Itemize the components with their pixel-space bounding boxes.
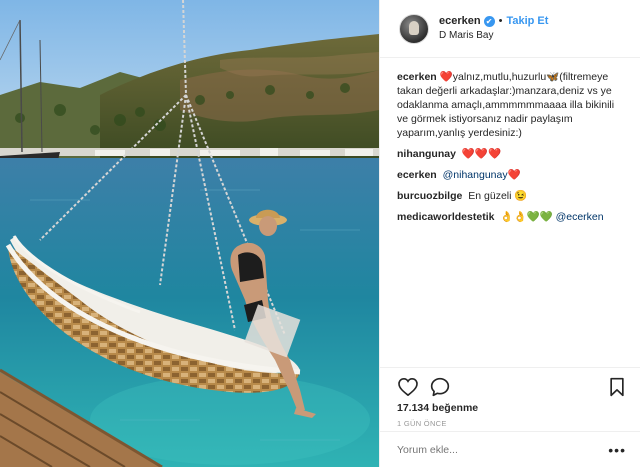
post-timestamp[interactable]: 1 GÜN ÖNCE bbox=[397, 419, 628, 428]
more-options-icon[interactable]: ••• bbox=[608, 442, 626, 458]
comment-item: nihangunay ❤️❤️❤️ bbox=[397, 147, 626, 161]
comment-text: ❤️❤️❤️ bbox=[461, 148, 502, 160]
verified-badge-icon: ✔ bbox=[483, 15, 495, 27]
comment-input[interactable] bbox=[397, 443, 609, 456]
comment-item: ecerken @nihangunay❤️ bbox=[397, 168, 626, 182]
username-link[interactable]: ecerken bbox=[439, 14, 481, 28]
post-side-panel: ecerken ✔ • Takip Et D Maris Bay ecerken… bbox=[379, 0, 640, 467]
comment-bar: ••• bbox=[380, 431, 640, 467]
speech-bubble-icon[interactable] bbox=[429, 376, 451, 398]
bookmark-icon[interactable] bbox=[606, 376, 628, 398]
follow-button[interactable]: Takip Et bbox=[506, 14, 548, 28]
comment-text: 👌👌💚💚 bbox=[500, 211, 553, 223]
comment-username[interactable]: ecerken bbox=[397, 169, 437, 181]
seaside-swing-image bbox=[0, 0, 379, 467]
likes-count[interactable]: 17.134 beğenme bbox=[397, 402, 628, 414]
caption: ecerken ❤️yalnız,mutlu,huzurlu🦋(filtremey… bbox=[397, 70, 626, 140]
comment-item: burcuozbilge En güzeli 😉 bbox=[397, 189, 626, 203]
comment-username[interactable]: medicaworldestetik bbox=[397, 211, 494, 223]
comment-list: ecerken ❤️yalnız,mutlu,huzurlu🦋(filtremey… bbox=[380, 58, 640, 367]
instagram-post: ecerken ✔ • Takip Et D Maris Bay ecerken… bbox=[0, 0, 640, 467]
comment-username[interactable]: nihangunay bbox=[397, 148, 456, 160]
location-link[interactable]: D Maris Bay bbox=[439, 29, 548, 43]
header-user-row: ecerken ✔ • Takip Et bbox=[439, 14, 548, 28]
comment-item: medicaworldestetik 👌👌💚💚 @ecerken bbox=[397, 210, 626, 224]
comment-text: ❤️ bbox=[507, 169, 521, 181]
comment-mention[interactable]: @ecerken bbox=[556, 211, 604, 223]
comment-text: En güzeli 😉 bbox=[468, 190, 528, 202]
post-actions: 17.134 beğenme 1 GÜN ÖNCE bbox=[380, 367, 640, 431]
comment-username[interactable]: burcuozbilge bbox=[397, 190, 462, 202]
action-icon-row bbox=[397, 376, 628, 398]
post-header: ecerken ✔ • Takip Et D Maris Bay bbox=[380, 0, 640, 58]
header-text: ecerken ✔ • Takip Et D Maris Bay bbox=[439, 14, 548, 43]
avatar[interactable] bbox=[399, 13, 429, 44]
separator-dot: • bbox=[498, 15, 503, 27]
heart-outline-icon[interactable] bbox=[397, 376, 419, 398]
post-photo[interactable] bbox=[0, 0, 379, 467]
comment-username[interactable]: ecerken bbox=[397, 71, 437, 83]
comment-mention[interactable]: @nihangunay bbox=[443, 169, 508, 181]
